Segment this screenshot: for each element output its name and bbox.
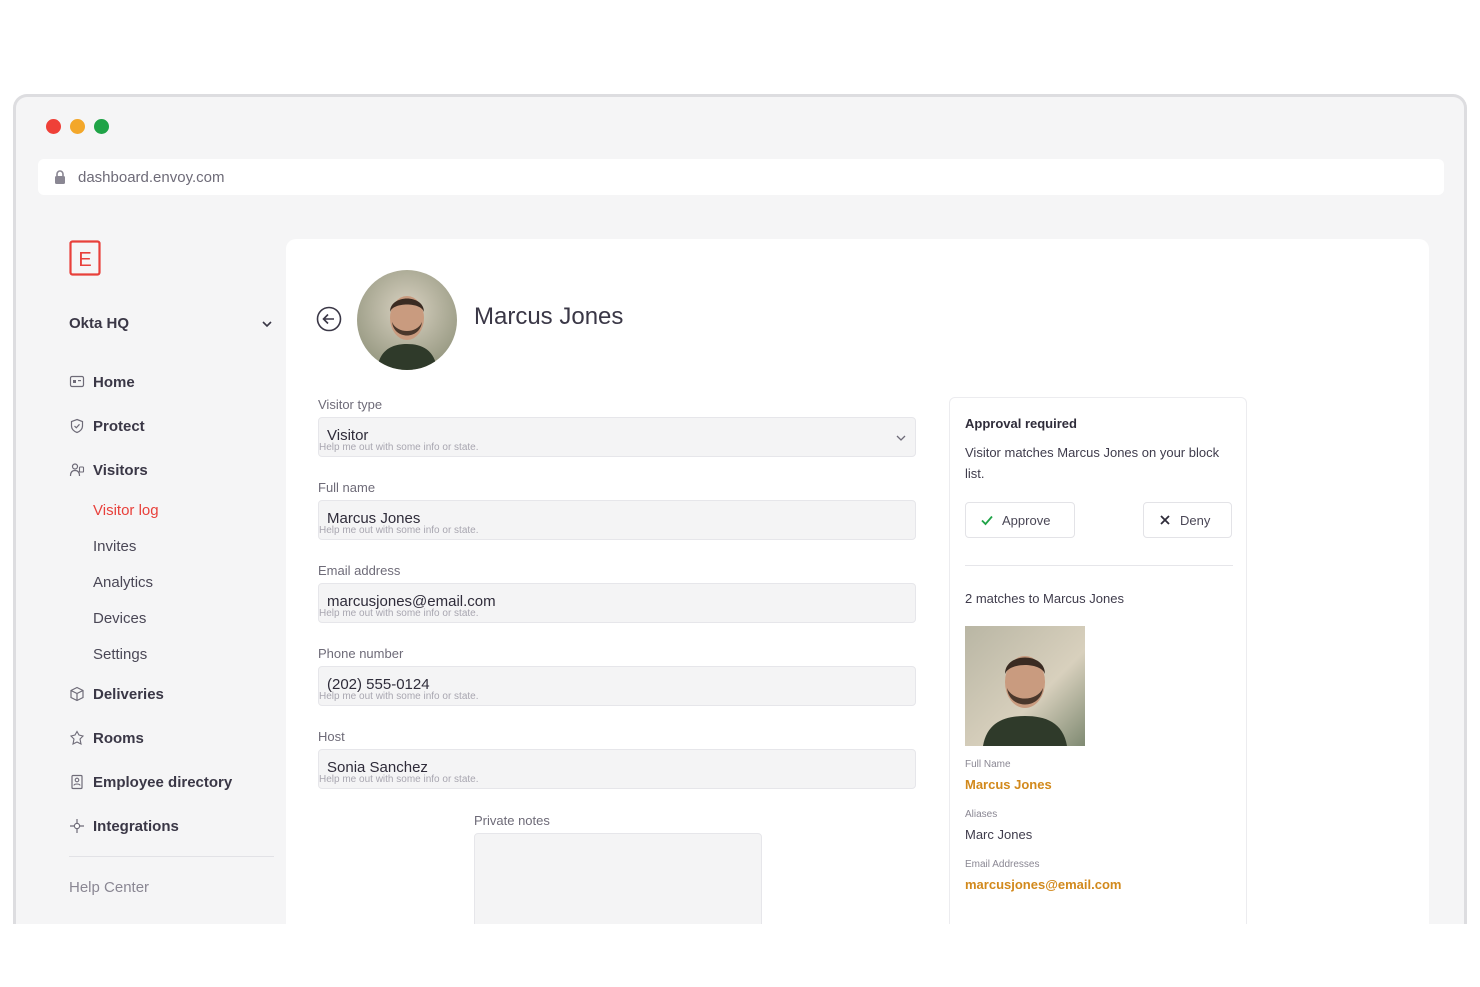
approval-title: Approval required [965,416,1077,431]
sidebar-item-protect[interactable]: Protect [69,404,274,448]
field-help-text: Help me out with some info or state. [319,525,479,536]
svg-text:E: E [78,249,91,271]
sidebar-item-label: Integrations [93,817,179,835]
field-label: Full name [318,480,376,495]
visitor-type-select[interactable]: Visitor Help me out with some info or st… [318,417,916,457]
field-help-text: Help me out with some info or state. [319,442,479,453]
private-notes-textarea[interactable] [474,833,762,924]
integrations-icon [70,819,84,833]
approval-message: Visitor matches Marcus Jones on your blo… [965,445,1220,481]
subnav-settings[interactable]: Settings [69,636,274,672]
field-help-text: Help me out with some info or state. [319,608,479,619]
maximize-window-dot[interactable] [94,119,109,134]
subnav-visitor-log[interactable]: Visitor log [69,492,274,528]
directory-icon [71,774,83,790]
package-icon [70,686,84,702]
email-addresses-label: Email Addresses [965,859,1040,870]
phone-field: Phone number (202) 555-0124 Help me out … [318,646,916,729]
envoy-logo[interactable]: E [69,240,101,276]
field-help-text: Help me out with some info or state. [319,691,479,702]
subnav-invites[interactable]: Invites [69,528,274,564]
phone-input[interactable]: (202) 555-0124 Help me out with some inf… [318,666,916,706]
address-bar[interactable]: dashboard.envoy.com [38,159,1444,195]
host-input[interactable]: Sonia Sanchez Help me out with some info… [318,749,916,789]
match-full-name: Marcus Jones [965,777,1052,792]
chevron-down-icon [262,320,272,327]
matches-count: 2 matches to Marcus Jones [965,591,1124,606]
sidebar-divider [69,856,274,857]
deny-button[interactable]: Deny [1143,502,1232,538]
approve-label: Approve [1002,512,1051,528]
subnav-devices[interactable]: Devices [69,600,274,636]
sidebar-item-label: Employee directory [93,773,233,791]
match-email: marcusjones@email.com [965,877,1122,892]
private-notes-label: Private notes [474,813,550,828]
sidebar-item-employee-directory[interactable]: Employee directory [69,760,274,804]
field-label: Host [318,729,345,744]
browser-window: dashboard.envoy.com E Okta HQ Home Prote… [13,94,1467,924]
sidebar: E Okta HQ Home Protect Visitors Visitor … [66,235,276,924]
match-photo[interactable] [965,626,1085,746]
home-icon [69,375,85,388]
sidebar-item-label: Deliveries [93,685,164,703]
match-aliases: Marc Jones [965,827,1033,842]
email-field: Email address marcusjones@email.com Help… [318,563,916,646]
sidebar-item-integrations[interactable]: Integrations [69,804,274,848]
panel-divider [965,565,1233,566]
location-selector[interactable]: Okta HQ [69,315,274,332]
close-icon [1160,515,1170,525]
deny-label: Deny [1180,512,1211,528]
host-field: Host Sonia Sanchez Help me out with some… [318,729,916,812]
minimize-window-dot[interactable] [70,119,85,134]
sidebar-item-deliveries[interactable]: Deliveries [69,672,274,716]
sidebar-item-label: Home [93,373,135,391]
sidebar-item-rooms[interactable]: Rooms [69,716,274,760]
field-label: Phone number [318,646,404,661]
full-name-label: Full Name [965,759,1011,770]
sidebar-item-label: Rooms [93,729,144,747]
shield-icon [70,418,84,434]
sidebar-item-label: Visitors [93,461,148,479]
check-icon [981,515,993,526]
visitor-form: Visitor type Visitor Help me out with so… [318,397,916,812]
back-arrow-icon[interactable] [316,306,342,332]
sidebar-item-home[interactable]: Home [69,360,274,404]
field-label: Email address [318,563,401,578]
field-label: Visitor type [318,397,383,412]
email-input[interactable]: marcusjones@email.com Help me out with s… [318,583,916,623]
url-text: dashboard.envoy.com [78,168,225,186]
location-name: Okta HQ [69,315,130,332]
approval-panel: Approval required Visitor matches Marcus… [949,397,1247,924]
visitors-icon [69,463,85,477]
sidebar-item-visitors[interactable]: Visitors [69,448,274,492]
close-window-dot[interactable] [46,119,61,134]
window-controls [46,119,109,134]
lock-icon [55,170,65,184]
approve-button[interactable]: Approve [965,502,1075,538]
full-name-input[interactable]: Marcus Jones Help me out with some info … [318,500,916,540]
chevron-down-icon [896,435,906,441]
visitor-avatar [357,270,457,370]
sidebar-item-label: Protect [93,417,145,435]
help-center-link[interactable]: Help Center [69,879,274,896]
visitor-type-field: Visitor type Visitor Help me out with so… [318,397,916,480]
subnav-analytics[interactable]: Analytics [69,564,274,600]
page-title: Marcus Jones [474,303,624,330]
field-help-text: Help me out with some info or state. [319,774,479,785]
aliases-label: Aliases [965,809,998,820]
full-name-field: Full name Marcus Jones Help me out with … [318,480,916,563]
main-panel: Marcus Jones Visitor type Visitor Help m… [286,239,1429,924]
rooms-icon [69,730,85,745]
sidebar-nav: Home Protect Visitors Visitor log Invite… [69,360,274,896]
